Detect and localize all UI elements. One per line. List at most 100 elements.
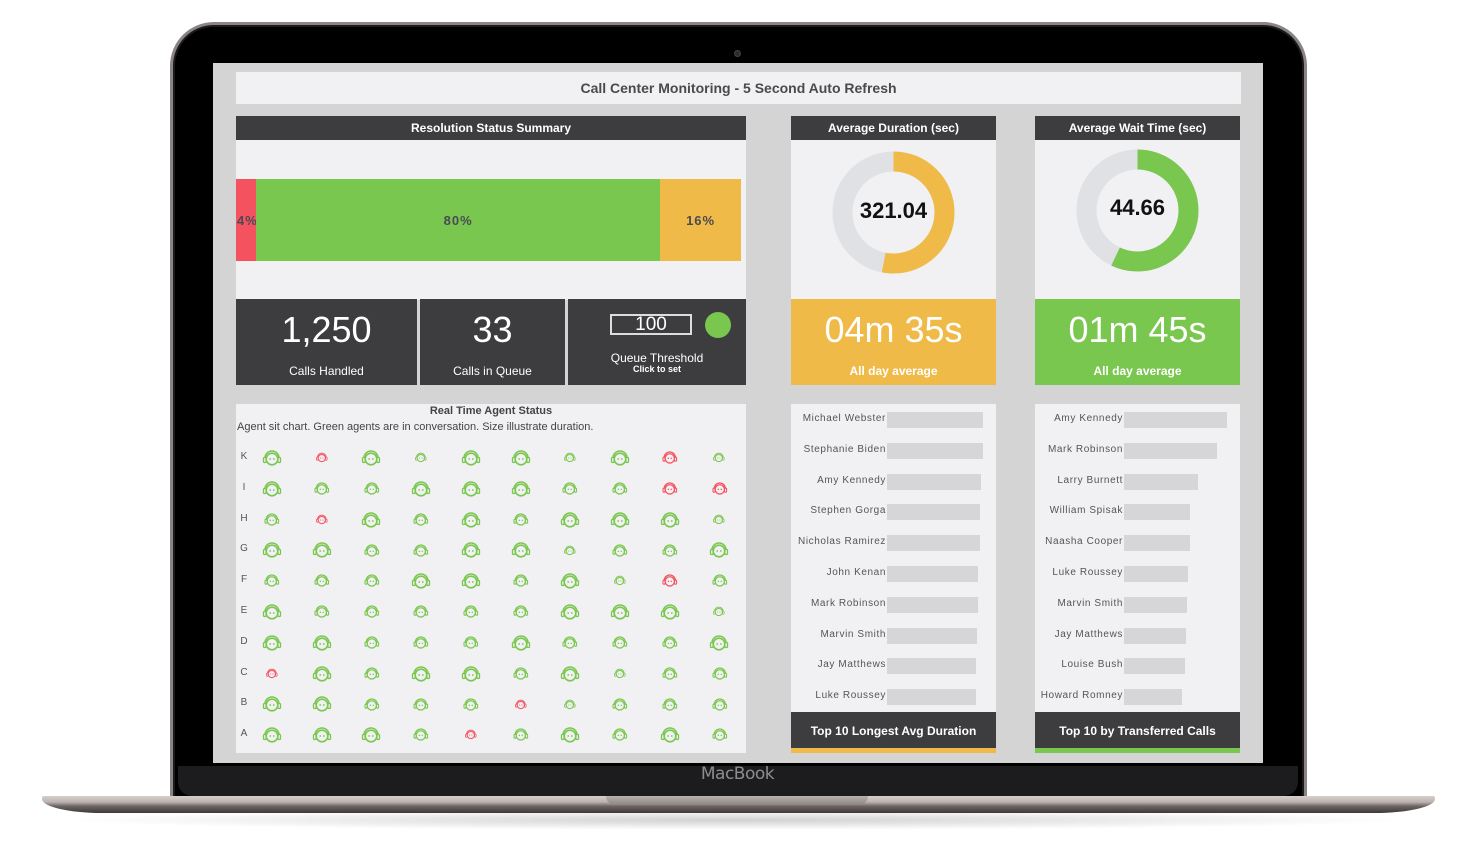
- agent-in-conversation-icon[interactable]: [351, 473, 391, 503]
- agent-idle-icon[interactable]: [650, 442, 690, 472]
- agent-in-conversation-icon[interactable]: [401, 596, 441, 626]
- agent-in-conversation-icon[interactable]: [600, 596, 640, 626]
- agent-in-conversation-icon[interactable]: [650, 504, 690, 534]
- agent-in-conversation-icon[interactable]: [501, 658, 541, 688]
- agent-in-conversation-icon[interactable]: [252, 473, 292, 503]
- agent-in-conversation-icon[interactable]: [401, 719, 441, 749]
- agent-in-conversation-icon[interactable]: [302, 565, 342, 595]
- agent-in-conversation-icon[interactable]: [501, 504, 541, 534]
- agent-idle-icon[interactable]: [650, 473, 690, 503]
- agent-in-conversation-icon[interactable]: [351, 534, 391, 564]
- agent-in-conversation-icon[interactable]: [252, 627, 292, 657]
- agent-in-conversation-icon[interactable]: [401, 442, 441, 472]
- click-to-set-link[interactable]: Click to set: [568, 364, 746, 374]
- agent-in-conversation-icon[interactable]: [550, 442, 590, 472]
- agent-in-conversation-icon[interactable]: [351, 442, 391, 472]
- agent-in-conversation-icon[interactable]: [401, 658, 441, 688]
- agent-in-conversation-icon[interactable]: [302, 627, 342, 657]
- agent-idle-icon[interactable]: [302, 504, 342, 534]
- agent-idle-icon[interactable]: [252, 658, 292, 688]
- agent-in-conversation-icon[interactable]: [252, 565, 292, 595]
- agent-idle-icon[interactable]: [302, 442, 342, 472]
- agent-in-conversation-icon[interactable]: [550, 565, 590, 595]
- agent-in-conversation-icon[interactable]: [650, 534, 690, 564]
- agent-in-conversation-icon[interactable]: [699, 534, 739, 564]
- agent-in-conversation-icon[interactable]: [302, 719, 342, 749]
- agent-in-conversation-icon[interactable]: [451, 565, 491, 595]
- agent-in-conversation-icon[interactable]: [401, 534, 441, 564]
- agent-in-conversation-icon[interactable]: [302, 534, 342, 564]
- agent-idle-icon[interactable]: [650, 565, 690, 595]
- agent-in-conversation-icon[interactable]: [351, 719, 391, 749]
- agent-in-conversation-icon[interactable]: [600, 473, 640, 503]
- agent-in-conversation-icon[interactable]: [550, 627, 590, 657]
- agent-in-conversation-icon[interactable]: [401, 473, 441, 503]
- agent-in-conversation-icon[interactable]: [600, 719, 640, 749]
- agent-in-conversation-icon[interactable]: [252, 534, 292, 564]
- agent-in-conversation-icon[interactable]: [351, 658, 391, 688]
- queue-threshold-input[interactable]: 100: [610, 314, 692, 335]
- agent-in-conversation-icon[interactable]: [600, 534, 640, 564]
- agent-in-conversation-icon[interactable]: [451, 504, 491, 534]
- agent-in-conversation-icon[interactable]: [401, 504, 441, 534]
- agent-in-conversation-icon[interactable]: [699, 627, 739, 657]
- agent-in-conversation-icon[interactable]: [550, 504, 590, 534]
- agent-in-conversation-icon[interactable]: [401, 565, 441, 595]
- agent-in-conversation-icon[interactable]: [699, 596, 739, 626]
- agent-in-conversation-icon[interactable]: [351, 688, 391, 718]
- agent-in-conversation-icon[interactable]: [650, 688, 690, 718]
- agent-in-conversation-icon[interactable]: [600, 504, 640, 534]
- agent-in-conversation-icon[interactable]: [650, 658, 690, 688]
- agent-in-conversation-icon[interactable]: [650, 596, 690, 626]
- agent-in-conversation-icon[interactable]: [600, 565, 640, 595]
- agent-idle-icon[interactable]: [501, 688, 541, 718]
- agent-in-conversation-icon[interactable]: [351, 596, 391, 626]
- agent-in-conversation-icon[interactable]: [699, 688, 739, 718]
- agent-in-conversation-icon[interactable]: [550, 473, 590, 503]
- agent-in-conversation-icon[interactable]: [252, 719, 292, 749]
- agent-in-conversation-icon[interactable]: [351, 565, 391, 595]
- agent-in-conversation-icon[interactable]: [302, 688, 342, 718]
- agent-in-conversation-icon[interactable]: [501, 565, 541, 595]
- agent-in-conversation-icon[interactable]: [451, 688, 491, 718]
- agent-in-conversation-icon[interactable]: [699, 442, 739, 472]
- agent-in-conversation-icon[interactable]: [501, 596, 541, 626]
- agent-in-conversation-icon[interactable]: [600, 627, 640, 657]
- agent-in-conversation-icon[interactable]: [600, 688, 640, 718]
- agent-in-conversation-icon[interactable]: [351, 504, 391, 534]
- agent-in-conversation-icon[interactable]: [451, 658, 491, 688]
- agent-in-conversation-icon[interactable]: [501, 719, 541, 749]
- agent-in-conversation-icon[interactable]: [550, 534, 590, 564]
- agent-in-conversation-icon[interactable]: [501, 473, 541, 503]
- agent-in-conversation-icon[interactable]: [451, 596, 491, 626]
- agent-in-conversation-icon[interactable]: [302, 473, 342, 503]
- agent-in-conversation-icon[interactable]: [302, 658, 342, 688]
- agent-in-conversation-icon[interactable]: [699, 719, 739, 749]
- agent-in-conversation-icon[interactable]: [451, 534, 491, 564]
- agent-in-conversation-icon[interactable]: [252, 688, 292, 718]
- agent-in-conversation-icon[interactable]: [600, 658, 640, 688]
- agent-in-conversation-icon[interactable]: [451, 627, 491, 657]
- agent-in-conversation-icon[interactable]: [252, 596, 292, 626]
- agent-in-conversation-icon[interactable]: [550, 719, 590, 749]
- agent-in-conversation-icon[interactable]: [550, 658, 590, 688]
- agent-in-conversation-icon[interactable]: [699, 658, 739, 688]
- agent-in-conversation-icon[interactable]: [451, 473, 491, 503]
- agent-in-conversation-icon[interactable]: [699, 504, 739, 534]
- agent-in-conversation-icon[interactable]: [351, 627, 391, 657]
- agent-in-conversation-icon[interactable]: [600, 442, 640, 472]
- agent-idle-icon[interactable]: [699, 473, 739, 503]
- agent-in-conversation-icon[interactable]: [699, 565, 739, 595]
- agent-in-conversation-icon[interactable]: [501, 534, 541, 564]
- agent-in-conversation-icon[interactable]: [650, 627, 690, 657]
- agent-in-conversation-icon[interactable]: [501, 442, 541, 472]
- agent-in-conversation-icon[interactable]: [451, 442, 491, 472]
- agent-in-conversation-icon[interactable]: [252, 442, 292, 472]
- agent-in-conversation-icon[interactable]: [401, 627, 441, 657]
- agent-in-conversation-icon[interactable]: [550, 596, 590, 626]
- agent-in-conversation-icon[interactable]: [401, 688, 441, 718]
- agent-idle-icon[interactable]: [451, 719, 491, 749]
- queue-threshold-card[interactable]: 100 Queue Threshold Click to set: [568, 299, 746, 385]
- agent-in-conversation-icon[interactable]: [501, 627, 541, 657]
- agent-in-conversation-icon[interactable]: [550, 688, 590, 718]
